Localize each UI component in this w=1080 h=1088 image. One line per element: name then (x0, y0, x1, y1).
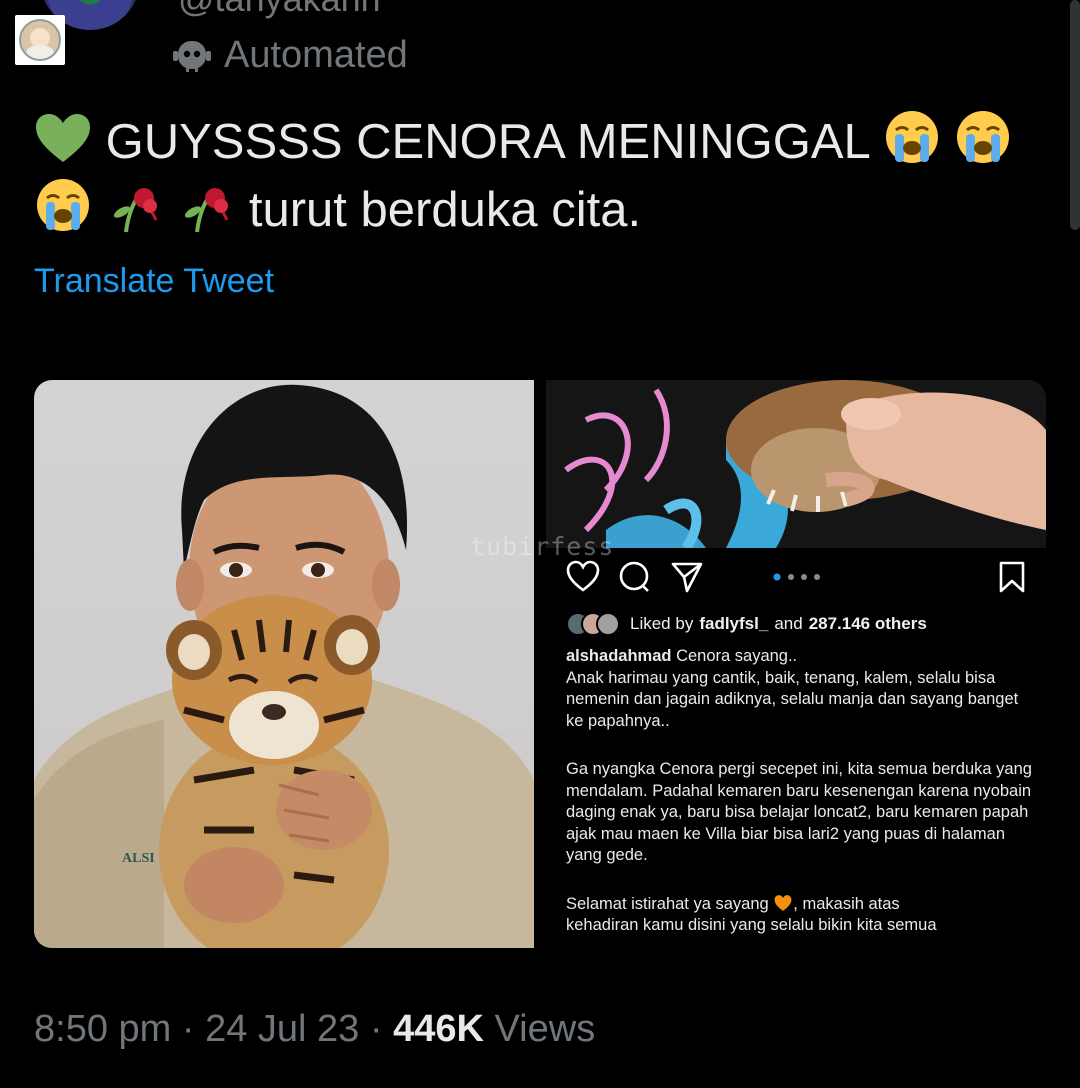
views-count[interactable]: 446K (393, 1008, 484, 1050)
liked-prefix: Liked by (630, 614, 694, 633)
wilted-flower-icon (185, 188, 229, 233)
liked-and: and (774, 614, 803, 633)
carousel-dots (773, 573, 820, 581)
tweet-text: GUYSSSS CENORA MENINGGAL turut berduka c… (34, 108, 1044, 244)
crying-face-icon (957, 111, 1010, 163)
sticker-face-icon (19, 19, 61, 61)
liked-by-row[interactable]: Liked by fadlyfsl_ and 287.146 others (566, 612, 927, 636)
tweet-line-1-text: GUYSSSS CENORA MENINGGAL (105, 115, 869, 169)
wilted-flower-icon (113, 188, 157, 233)
tweet-meta: 8:50 pm · 24 Jul 23 · 446K Views (34, 1008, 595, 1051)
caption-paragraph-3-mid: , makasih atas (793, 894, 900, 913)
caption-paragraph-3-end: kehadiran kamu disini yang selalu bikin … (566, 916, 937, 934)
caption-title: Cenora sayang.. (676, 647, 798, 665)
liked-count[interactable]: 287.146 others (809, 614, 927, 634)
meta-separator: · (369, 1008, 383, 1050)
man-tiger-illustration: ALSI (34, 384, 534, 948)
orange-heart-icon (774, 894, 792, 911)
tweet-line-2-text: turut berduka cita. (248, 183, 642, 237)
meta-separator: · (181, 1008, 195, 1050)
tweet-line-2: turut berduka cita. (34, 176, 1044, 244)
scrollbar[interactable] (1070, 0, 1080, 230)
crying-face-icon (885, 111, 938, 163)
liked-avatars (566, 612, 624, 636)
instagram-action-bar (566, 560, 1036, 596)
robot-icon (173, 40, 211, 72)
tweet-media[interactable]: ALSI Liked by fadlyfsl_ and 287.146 othe… (34, 380, 1046, 948)
user-handle[interactable]: @tanyakanrl (178, 0, 381, 20)
bookmark-icon[interactable] (998, 560, 1026, 594)
photo-man-with-tiger-cub[interactable]: ALSI (34, 380, 534, 948)
share-icon[interactable] (670, 560, 704, 594)
green-heart-icon (36, 114, 90, 162)
instagram-caption: alshadahmad Cenora sayang.. Anak harimau… (566, 646, 1036, 937)
caption-paragraph-2: Ga nyangka Cenora pergi secepet ini, kit… (566, 760, 1032, 864)
caption-paragraph-1: Anak harimau yang cantik, baik, tenang, … (566, 668, 1019, 730)
crying-face-icon (37, 179, 89, 231)
views-label[interactable]: Views (495, 1008, 596, 1050)
tweet-date[interactable]: 24 Jul 23 (205, 1008, 359, 1050)
automated-label-row[interactable]: Automated (172, 34, 408, 77)
liked-user[interactable]: fadlyfsl_ (699, 614, 768, 634)
translate-tweet-link[interactable]: Translate Tweet (34, 262, 274, 301)
shirt-logo-text: ALSI (122, 851, 155, 866)
tiger-paw-photo (546, 380, 1046, 548)
tweet-time[interactable]: 8:50 pm (34, 1008, 171, 1050)
sticker-overlay (15, 15, 65, 65)
heart-icon[interactable] (566, 560, 600, 594)
caption-username[interactable]: alshadahmad (566, 647, 671, 665)
caption-paragraph-3-start: Selamat istirahat ya sayang (566, 894, 769, 913)
watermark: tubirfess (470, 532, 615, 561)
comment-icon[interactable] (618, 560, 652, 594)
instagram-post-screenshot[interactable]: Liked by fadlyfsl_ and 287.146 others al… (546, 380, 1046, 948)
tweet-line-1: GUYSSSS CENORA MENINGGAL (34, 108, 1044, 176)
automated-text: Automated (224, 34, 408, 76)
